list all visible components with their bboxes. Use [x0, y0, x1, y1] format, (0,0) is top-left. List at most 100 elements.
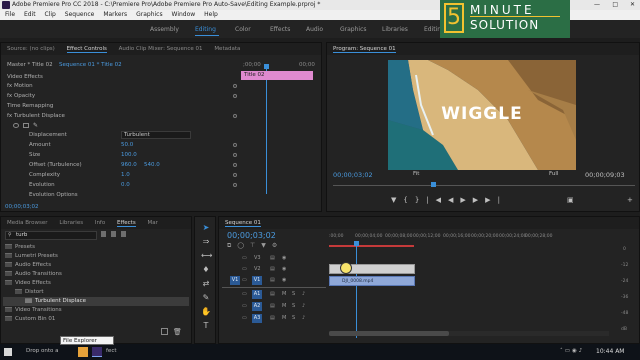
tab-libraries[interactable]: Libraries: [59, 220, 83, 226]
track-v1[interactable]: V1 ▭ V1 ▤ ◉: [222, 275, 326, 286]
tab-metadata[interactable]: Metadata: [214, 46, 240, 52]
effect-controls-timecode[interactable]: 00;00;03;02: [5, 203, 39, 212]
slip-tool-icon[interactable]: ⇄: [201, 279, 211, 289]
tree-video-transitions[interactable]: Video Transitions: [5, 306, 62, 315]
track-lock-icon[interactable]: ▭: [242, 291, 247, 297]
complexity-value[interactable]: 1.0: [121, 171, 130, 180]
offset-y-value[interactable]: 540.0: [144, 161, 160, 170]
timeline-timecode[interactable]: 00;00;03;02: [227, 231, 276, 240]
ellipse-mask-icon[interactable]: [13, 123, 19, 128]
mic-icon[interactable]: ♪: [302, 315, 305, 321]
track-select-tool-icon[interactable]: ⇒: [201, 237, 211, 247]
workspace-libraries[interactable]: Libraries: [382, 26, 408, 33]
menu-edit[interactable]: Edit: [24, 11, 36, 18]
size-value[interactable]: 100.0: [121, 151, 137, 160]
menu-window[interactable]: Window: [172, 11, 196, 18]
menu-sequence[interactable]: Sequence: [65, 11, 95, 18]
pen-tool-icon[interactable]: ✎: [201, 293, 211, 303]
scrollbar-thumb[interactable]: [329, 331, 449, 336]
workspace-assembly[interactable]: Assembly: [150, 26, 179, 33]
new-bin-icon[interactable]: [161, 328, 168, 335]
solo-button[interactable]: S: [292, 303, 295, 309]
system-tray-icons[interactable]: ˄▭◉♪: [560, 348, 584, 354]
fit-dropdown[interactable]: Fit: [413, 171, 419, 177]
menu-help[interactable]: Help: [204, 11, 218, 18]
track-target-a2[interactable]: A2: [252, 302, 262, 311]
track-lock-icon[interactable]: ▭: [242, 266, 247, 272]
workspace-editing[interactable]: Editing: [195, 26, 216, 33]
selection-tool-icon[interactable]: ➤: [201, 223, 211, 233]
close-button[interactable]: ✕: [630, 0, 635, 10]
displacement-dropdown[interactable]: Turbulent: [121, 131, 191, 139]
menu-clip[interactable]: Clip: [45, 11, 56, 18]
workspace-audio[interactable]: Audio: [306, 26, 323, 33]
track-lock-icon[interactable]: ▭: [242, 303, 247, 309]
timeline-horizontal-scrollbar[interactable]: [329, 331, 609, 336]
eye-icon[interactable]: ◉: [282, 266, 286, 272]
timeline-toolbar-icons[interactable]: ⧉◯⊤▼⚙: [227, 242, 317, 249]
mute-button[interactable]: M: [282, 303, 286, 309]
evolution-value[interactable]: 0.0: [121, 181, 130, 190]
sync-lock-icon[interactable]: ▤: [270, 315, 275, 321]
ripple-edit-tool-icon[interactable]: ⟷: [201, 251, 212, 261]
tab-markers[interactable]: Mar: [147, 220, 157, 226]
quality-dropdown[interactable]: Full: [549, 171, 558, 177]
32bit-filter-icon[interactable]: [111, 231, 116, 237]
title-clip-bar[interactable]: Title 02: [241, 71, 313, 80]
sync-lock-icon[interactable]: ▤: [270, 277, 275, 283]
rectangle-mask-icon[interactable]: [23, 123, 29, 128]
transport-controls[interactable]: ▼{}|◀◀▶▶▶|: [391, 196, 507, 204]
track-lock-icon[interactable]: ▭: [242, 315, 247, 321]
reset-turbulent-icon[interactable]: [233, 114, 237, 118]
menu-graphics[interactable]: Graphics: [136, 11, 163, 18]
effect-opacity[interactable]: fx Opacity: [7, 92, 35, 101]
tab-media-browser[interactable]: Media Browser: [7, 220, 48, 226]
delete-icon[interactable]: 🗑: [173, 328, 182, 336]
accelerated-filter-icon[interactable]: [101, 231, 106, 237]
solo-button[interactable]: S: [292, 315, 295, 321]
workspace-graphics[interactable]: Graphics: [340, 26, 367, 33]
tab-effects[interactable]: Effects: [117, 220, 136, 227]
offset-x-value[interactable]: 960.0: [121, 161, 137, 170]
type-tool-icon[interactable]: T: [201, 321, 211, 331]
mic-icon[interactable]: ♪: [302, 303, 305, 309]
tab-source[interactable]: Source: (no clips): [7, 46, 55, 52]
tree-presets[interactable]: Presets: [5, 243, 35, 252]
timeline-ruler[interactable]: :00;00 00;00;04;00 00;00;08;00 00;00;12;…: [329, 234, 552, 243]
maximize-button[interactable]: □: [612, 0, 618, 10]
sync-lock-icon[interactable]: ▤: [270, 255, 275, 261]
master-clip-label[interactable]: Master * Title 02: [7, 61, 53, 70]
minimize-button[interactable]: —: [594, 0, 600, 10]
reset-complexity-icon[interactable]: [233, 173, 237, 177]
tree-custom-bin[interactable]: Custom Bin 01: [5, 315, 55, 324]
tab-audio-clip-mixer[interactable]: Audio Clip Mixer: Sequence 01: [119, 46, 203, 52]
effects-search-input[interactable]: ⚲ turb: [5, 231, 97, 240]
tab-sequence-01[interactable]: Sequence 01: [225, 220, 261, 227]
source-patch-v1[interactable]: V1: [230, 276, 240, 285]
effect-motion[interactable]: fx Motion: [7, 82, 33, 91]
tree-turbulent-displace[interactable]: Turbulent Displace: [25, 297, 86, 306]
eye-icon[interactable]: ◉: [282, 277, 286, 283]
track-a3[interactable]: ▭ A3 ▤ M S ♪: [222, 313, 326, 324]
track-v2[interactable]: ▭ V2 ▤ ◉: [222, 264, 326, 275]
sync-lock-icon[interactable]: ▤: [270, 303, 275, 309]
add-button-icon[interactable]: +: [627, 196, 633, 204]
clock[interactable]: 10:44 AM: [596, 348, 624, 355]
razor-tool-icon[interactable]: ♦: [201, 265, 211, 275]
reset-amount-icon[interactable]: [233, 143, 237, 147]
reset-size-icon[interactable]: [233, 153, 237, 157]
tree-audio-effects[interactable]: Audio Effects: [5, 261, 51, 270]
sync-lock-icon[interactable]: ▤: [270, 291, 275, 297]
track-target-a3[interactable]: A3: [252, 314, 262, 323]
tree-audio-transitions[interactable]: Audio Transitions: [5, 270, 62, 279]
mute-button[interactable]: M: [282, 315, 286, 321]
amount-value[interactable]: 50.0: [121, 141, 133, 150]
menu-file[interactable]: File: [5, 11, 15, 18]
program-video-frame[interactable]: WIGGLE: [388, 60, 576, 170]
track-v3[interactable]: ▭ V3 ▤ ◉: [222, 253, 326, 264]
tree-video-effects[interactable]: Video Effects: [5, 279, 51, 288]
premiere-taskbar-icon[interactable]: [92, 347, 102, 357]
tree-distort[interactable]: Distort: [15, 288, 44, 297]
reset-opacity-icon[interactable]: [233, 94, 237, 98]
effect-time-remapping[interactable]: Time Remapping: [7, 102, 53, 111]
